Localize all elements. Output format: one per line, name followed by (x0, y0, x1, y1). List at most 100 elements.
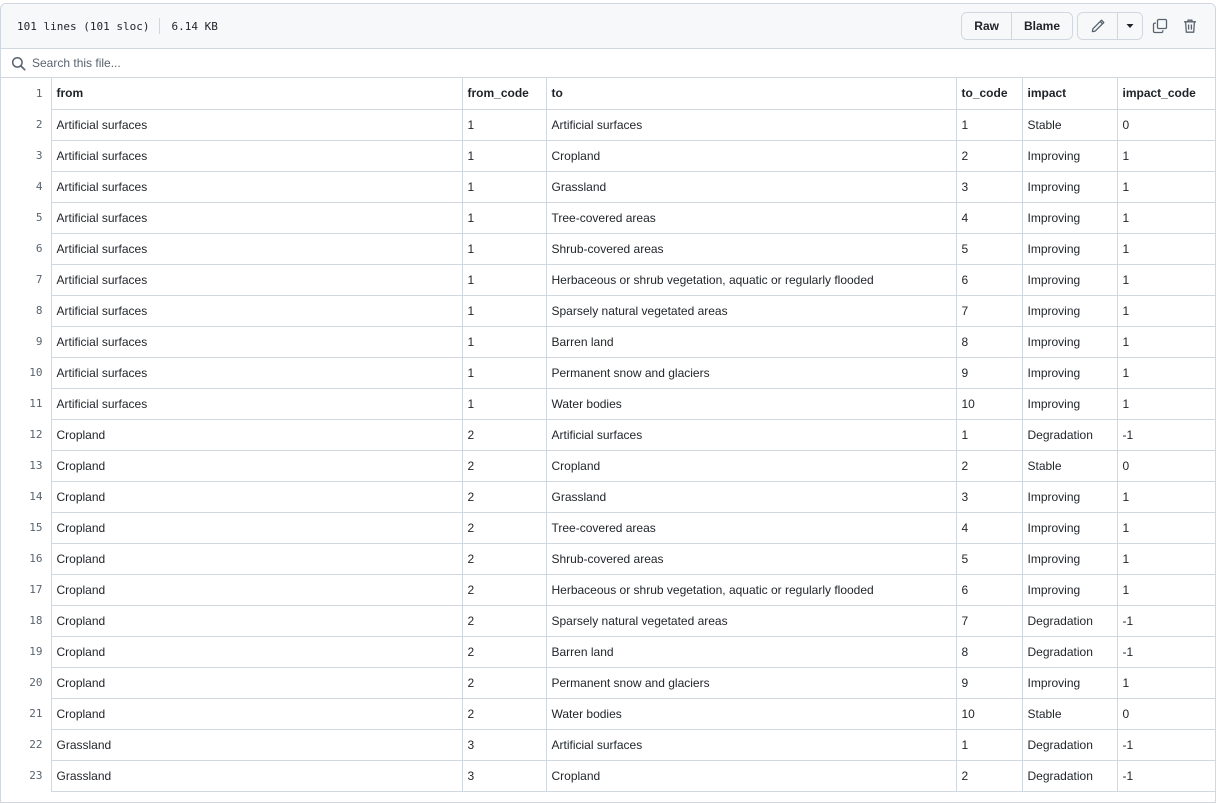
cell-from-code: 1 (461, 294, 547, 327)
search-input[interactable] (32, 56, 632, 70)
cell-from: Artificial surfaces (50, 294, 463, 327)
cell-impact: Improving (1021, 294, 1118, 327)
table-row: 13 Cropland 2 Cropland 2 Stable 0 (1, 449, 1215, 482)
cell-to: Sparsely natural vegetated areas (545, 604, 957, 637)
cell-to-code: 10 (955, 697, 1023, 730)
line-number[interactable]: 16 (1, 543, 51, 574)
raw-button[interactable]: Raw (962, 13, 1011, 39)
cell-to: Artificial surfaces (545, 108, 957, 141)
line-number[interactable]: 18 (1, 605, 51, 636)
cell-impact: Stable (1021, 697, 1118, 730)
column-header-from: from (50, 78, 463, 110)
cell-to-code: 6 (955, 573, 1023, 606)
edit-dropdown-button[interactable] (1117, 13, 1142, 39)
line-number[interactable]: 13 (1, 450, 51, 481)
line-number[interactable]: 21 (1, 698, 51, 729)
cell-from-code: 1 (461, 232, 547, 265)
line-number[interactable]: 5 (1, 202, 51, 233)
cell-to: Tree-covered areas (545, 201, 957, 234)
line-number[interactable]: 9 (1, 326, 51, 357)
cell-impact: Improving (1021, 480, 1118, 513)
cell-from-code: 1 (461, 201, 547, 234)
table-row: 10 Artificial surfaces 1 Permanent snow and… (1, 356, 1215, 389)
delete-button[interactable] (1175, 12, 1205, 40)
edit-button[interactable] (1078, 13, 1117, 39)
table-row: 9 Artificial surfaces 1 Barren land 8 Improvi… (1, 325, 1215, 358)
cell-impact: Degradation (1021, 635, 1118, 668)
line-number[interactable]: 10 (1, 357, 51, 388)
cell-to: Permanent snow and glaciers (545, 666, 957, 699)
table-row: 18 Cropland 2 Sparsely natural vegetated ar… (1, 604, 1215, 637)
cell-impact: Improving (1021, 201, 1118, 234)
line-number[interactable]: 14 (1, 481, 51, 512)
cell-impact-code: 1 (1116, 170, 1215, 203)
cell-to: Grassland (545, 170, 957, 203)
line-number[interactable]: 23 (1, 760, 51, 791)
cell-impact-code: -1 (1116, 635, 1215, 668)
cell-to: Herbaceous or shrub vegetation, aquatic … (545, 263, 957, 296)
line-number[interactable]: 4 (1, 171, 51, 202)
column-header-from-code: from_code (461, 78, 547, 110)
table-row: 16 Cropland 2 Shrub-covered areas 5 Improving… (1, 542, 1215, 575)
cell-to: Tree-covered areas (545, 511, 957, 544)
line-number[interactable]: 22 (1, 729, 51, 760)
cell-impact: Improving (1021, 387, 1118, 420)
line-number[interactable]: 7 (1, 264, 51, 295)
cell-to-code: 4 (955, 201, 1023, 234)
cell-from: Cropland (50, 449, 463, 482)
file-header: 101 lines (101 sloc) 6.14 KB Raw Blame (1, 4, 1215, 49)
table-row: 11 Artificial surfaces 1 Water bodies 10 Impr… (1, 387, 1215, 420)
line-number[interactable]: 15 (1, 512, 51, 543)
line-number[interactable]: 19 (1, 636, 51, 667)
cell-impact-code: 1 (1116, 139, 1215, 172)
trash-icon (1184, 19, 1196, 33)
line-number[interactable]: 2 (1, 109, 51, 140)
file-actions: Raw Blame (961, 12, 1205, 40)
raw-blame-group: Raw Blame (961, 12, 1073, 40)
line-number[interactable]: 17 (1, 574, 51, 605)
table-row: 22 Grassland 3 Artificial surfaces 1 Degradat… (1, 728, 1215, 761)
blame-button[interactable]: Blame (1010, 13, 1072, 39)
cell-from-code: 1 (461, 139, 547, 172)
line-number[interactable]: 20 (1, 667, 51, 698)
cell-to: Grassland (545, 480, 957, 513)
cell-from: Artificial surfaces (50, 108, 463, 141)
cell-impact-code: 0 (1116, 449, 1215, 482)
cell-to-code: 4 (955, 511, 1023, 544)
file-size: 6.14 KB (171, 19, 218, 33)
line-number[interactable]: 11 (1, 388, 51, 419)
cell-from: Cropland (50, 542, 463, 575)
cell-from-code: 3 (461, 728, 547, 761)
table-header-row: 1 from from_code to to_code impact impact_code (1, 78, 1215, 110)
table-row: 19 Cropland 2 Barren land 8 Degradation -1 (1, 635, 1215, 668)
cell-from-code: 2 (461, 418, 547, 451)
cell-impact: Degradation (1021, 604, 1118, 637)
line-number[interactable]: 12 (1, 419, 51, 450)
line-number[interactable]: 8 (1, 295, 51, 326)
cell-to: Sparsely natural vegetated areas (545, 294, 957, 327)
copy-button[interactable] (1145, 12, 1175, 40)
csv-table: 1 from from_code to to_code impact impact_code… (1, 78, 1215, 792)
cell-from: Cropland (50, 604, 463, 637)
line-number[interactable]: 1 (1, 78, 51, 109)
line-number[interactable]: 6 (1, 233, 51, 264)
table-row: 12 Cropland 2 Artificial surfaces 1 Degradati… (1, 418, 1215, 451)
cell-impact-code: 0 (1116, 108, 1215, 141)
cell-to: Barren land (545, 635, 957, 668)
table-row: 7 Artificial surfaces 1 Herbaceous or shrub… (1, 263, 1215, 296)
cell-from-code: 1 (461, 387, 547, 420)
cell-impact: Improving (1021, 170, 1118, 203)
cell-to: Permanent snow and glaciers (545, 356, 957, 389)
cell-impact-code: 1 (1116, 573, 1215, 606)
cell-to: Shrub-covered areas (545, 542, 957, 575)
cell-impact-code: 1 (1116, 356, 1215, 389)
cell-impact: Improving (1021, 232, 1118, 265)
column-header-to: to (545, 78, 957, 110)
table-row: 4 Artificial surfaces 1 Grassland 3 Improving… (1, 170, 1215, 203)
cell-from-code: 1 (461, 356, 547, 389)
cell-impact: Stable (1021, 108, 1118, 141)
cell-impact: Degradation (1021, 759, 1118, 792)
cell-impact-code: -1 (1116, 418, 1215, 451)
cell-to-code: 9 (955, 356, 1023, 389)
line-number[interactable]: 3 (1, 140, 51, 171)
